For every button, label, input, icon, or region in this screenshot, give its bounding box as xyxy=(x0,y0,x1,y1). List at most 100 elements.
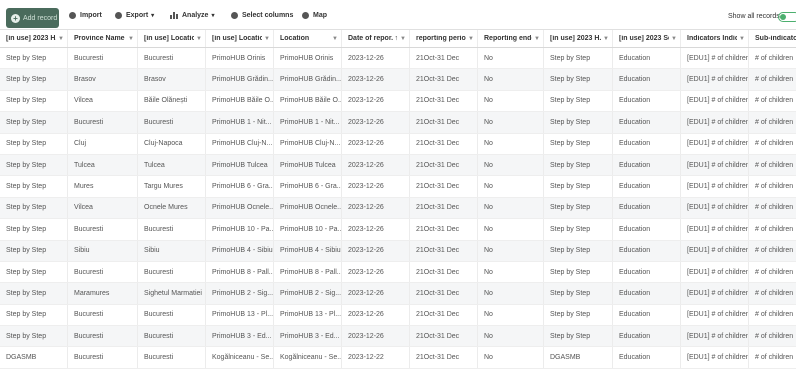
cell-col-reporting-ended[interactable]: No xyxy=(478,347,544,368)
cell-col-reporting-period[interactable]: 21Oct-31 Dec xyxy=(410,240,478,261)
cell-col-date-of-report[interactable]: 2023-12-26 xyxy=(342,283,410,304)
header-col-sector-2023[interactable]: [in use] 2023 Se...▼ xyxy=(613,30,681,47)
header-col-date-of-report[interactable]: Date of repor... ↑ ▼ xyxy=(342,30,410,47)
cell-col-date-of-report[interactable]: 2023-12-26 xyxy=(342,69,410,90)
cell-col-org-2023[interactable]: DGASMB xyxy=(544,347,613,368)
cell-col-reporting-ended[interactable]: No xyxy=(478,304,544,326)
cell-col-indicators[interactable]: [EDU1] # of children... xyxy=(681,154,749,176)
cell-col-sector-2023[interactable]: Education xyxy=(613,176,681,197)
cell-col-organization[interactable]: Step by Step xyxy=(0,283,68,304)
select-columns-button[interactable]: Select columns xyxy=(231,12,293,19)
header-col-sub-indicator[interactable]: Sub-indicator xyxy=(749,30,796,47)
cell-col-org-2023[interactable]: Step by Step xyxy=(544,283,613,304)
cell-col-sub-indicator[interactable]: # of children xyxy=(749,69,796,89)
add-record-button[interactable]: + Add record xyxy=(6,8,59,28)
cell-col-indicators[interactable]: [EDU1] # of children... xyxy=(681,261,749,283)
cell-col-location-1[interactable]: Bucuresti xyxy=(138,261,206,283)
cell-col-province-name[interactable]: Bucuresti xyxy=(68,112,138,133)
cell-col-org-2023[interactable]: Step by Step xyxy=(544,197,613,219)
header-col-indicators[interactable]: Indicators Indic...▼ xyxy=(681,30,749,47)
cell-col-location[interactable]: PrimoHUB 13 - Pl... xyxy=(274,304,342,326)
cell-col-province-name[interactable]: Bucuresti xyxy=(68,48,138,69)
table-row[interactable]: Step by Step Vilcea Băile Olănești PrimoHUB… xyxy=(0,90,796,113)
cell-col-province-name[interactable]: Bucuresti xyxy=(68,261,138,283)
cell-col-location[interactable]: PrimoHUB Ocnele... xyxy=(274,197,342,219)
cell-col-location-2[interactable]: PrimoHUB Grădin... xyxy=(206,69,274,90)
cell-col-province-name[interactable]: Brasov xyxy=(68,69,138,90)
cell-col-reporting-ended[interactable]: No xyxy=(478,69,544,90)
cell-col-date-of-report[interactable]: 2023-12-26 xyxy=(342,326,410,347)
cell-col-sector-2023[interactable]: Education xyxy=(613,283,681,304)
cell-col-date-of-report[interactable]: 2023-12-26 xyxy=(342,304,410,326)
cell-col-reporting-ended[interactable]: No xyxy=(478,48,544,69)
cell-col-sub-indicator[interactable]: # of children xyxy=(749,241,796,261)
filter-icon[interactable]: ▼ xyxy=(128,36,134,42)
cell-col-date-of-report[interactable]: 2023-12-22 xyxy=(342,347,410,368)
cell-col-date-of-report[interactable]: 2023-12-26 xyxy=(342,176,410,197)
cell-col-org-2023[interactable]: Step by Step xyxy=(544,48,613,69)
cell-col-location-1[interactable]: Bucuresti xyxy=(138,326,206,347)
cell-col-sector-2023[interactable]: Education xyxy=(613,347,681,368)
cell-col-location-2[interactable]: PrimoHUB 13 - Pl... xyxy=(206,304,274,326)
cell-col-reporting-period[interactable]: 21Oct-31 Dec xyxy=(410,176,478,197)
cell-col-date-of-report[interactable]: 2023-12-26 xyxy=(342,112,410,133)
cell-col-indicators[interactable]: [EDU1] # of children... xyxy=(681,90,749,112)
cell-col-organization[interactable]: Step by Step xyxy=(0,90,68,112)
table-row[interactable]: Step by Step Sibiu Sibiu PrimoHUB 4 - Sibiu… xyxy=(0,240,796,262)
cell-col-location-1[interactable]: Tulcea xyxy=(138,154,206,176)
cell-col-indicators[interactable]: [EDU1] # of children... xyxy=(681,48,749,69)
table-row[interactable]: Step by Step Bucuresti Bucuresti PrimoHUB O… xyxy=(0,48,796,70)
cell-col-reporting-period[interactable]: 21Oct-31 Dec xyxy=(410,133,478,154)
cell-col-reporting-period[interactable]: 21Oct-31 Dec xyxy=(410,90,478,112)
cell-col-sub-indicator[interactable]: # of children xyxy=(749,112,796,132)
cell-col-date-of-report[interactable]: 2023-12-26 xyxy=(342,154,410,176)
cell-col-organization[interactable]: Step by Step xyxy=(0,304,68,326)
cell-col-indicators[interactable]: [EDU1] # of children... xyxy=(681,304,749,326)
cell-col-reporting-ended[interactable]: No xyxy=(478,90,544,112)
cell-col-reporting-period[interactable]: 21Oct-31 Dec xyxy=(410,219,478,240)
table-row[interactable]: Step by Step Bucuresti Bucuresti PrimoHUB 3… xyxy=(0,326,796,348)
cell-col-location-1[interactable]: Cluj-Napoca xyxy=(138,133,206,154)
cell-col-org-2023[interactable]: Step by Step xyxy=(544,240,613,261)
cell-col-location[interactable]: PrimoHUB 4 - Sibiu xyxy=(274,240,342,261)
cell-col-sector-2023[interactable]: Education xyxy=(613,69,681,90)
cell-col-reporting-ended[interactable]: No xyxy=(478,154,544,176)
cell-col-location-1[interactable]: Targu Mures xyxy=(138,176,206,197)
header-col-reporting-period[interactable]: reporting period ▼ xyxy=(410,30,478,47)
cell-col-organization[interactable]: Step by Step xyxy=(0,48,68,69)
cell-col-organization[interactable]: Step by Step xyxy=(0,69,68,90)
cell-col-sub-indicator[interactable]: # of children xyxy=(749,326,796,346)
cell-col-location-1[interactable]: Bucuresti xyxy=(138,48,206,69)
cell-col-sector-2023[interactable]: Education xyxy=(613,197,681,219)
header-col-location-1[interactable]: [in use] Locatio...▼ xyxy=(138,30,206,47)
cell-col-organization[interactable]: Step by Step xyxy=(0,261,68,283)
cell-col-reporting-period[interactable]: 21Oct-31 Dec xyxy=(410,261,478,283)
filter-icon[interactable]: ▼ xyxy=(739,36,745,42)
cell-col-location-2[interactable]: PrimoHUB Tulcea xyxy=(206,154,274,176)
cell-col-sub-indicator[interactable]: # of children xyxy=(749,347,796,367)
cell-col-location-2[interactable]: PrimoHUB 10 - Pa... xyxy=(206,219,274,240)
cell-col-sub-indicator[interactable]: # of children xyxy=(749,283,796,303)
cell-col-organization[interactable]: Step by Step xyxy=(0,197,68,219)
table-row[interactable]: Step by Step Tulcea Tulcea PrimoHUB Tulcea P… xyxy=(0,154,796,177)
table-row[interactable]: Step by Step Bucuresti Bucuresti PrimoHUB 8… xyxy=(0,261,796,284)
filter-icon[interactable]: ▼ xyxy=(468,36,474,42)
cell-col-reporting-period[interactable]: 21Oct-31 Dec xyxy=(410,304,478,326)
header-col-org-2023[interactable]: [in use] 2023 H... ▼ xyxy=(544,30,613,47)
cell-col-location[interactable]: PrimoHUB 8 - Pall... xyxy=(274,261,342,283)
table-row[interactable]: Step by Step Brasov Brasov PrimoHUB Grădin.… xyxy=(0,69,796,91)
filter-icon[interactable]: ▼ xyxy=(332,36,338,42)
cell-col-indicators[interactable]: [EDU1] # of children... xyxy=(681,326,749,347)
header-col-organization[interactable]: [in use] 2023 H... ▼ xyxy=(0,30,68,47)
export-button[interactable]: Export ▾ xyxy=(115,12,154,19)
cell-col-location-2[interactable]: PrimoHUB Cluj-N... xyxy=(206,133,274,154)
table-row[interactable]: Step by Step Vilcea Ocnele Mures PrimoHUB O… xyxy=(0,197,796,220)
cell-col-organization[interactable]: DGASMB xyxy=(0,347,68,368)
cell-col-reporting-ended[interactable]: No xyxy=(478,133,544,154)
cell-col-reporting-period[interactable]: 21Oct-31 Dec xyxy=(410,347,478,368)
cell-col-sector-2023[interactable]: Education xyxy=(613,219,681,240)
cell-col-organization[interactable]: Step by Step xyxy=(0,176,68,197)
table-row[interactable]: Step by Step Bucuresti Bucuresti PrimoHUB 1… xyxy=(0,219,796,241)
cell-col-sub-indicator[interactable]: # of children xyxy=(749,48,796,68)
cell-col-location[interactable]: PrimoHUB Cluj-N... xyxy=(274,133,342,154)
